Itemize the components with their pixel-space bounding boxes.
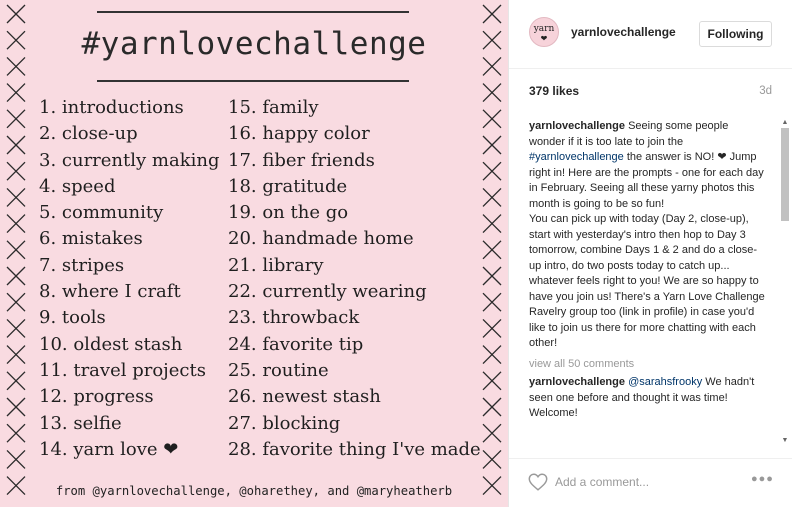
prompt-item: 21. library: [228, 254, 324, 276]
prompt-item: 25. routine: [228, 359, 329, 381]
image-title: #yarnlovechallenge: [81, 26, 427, 62]
caption: yarnlovechallenge Seeing some people won…: [529, 119, 765, 352]
cross-stitch-x-icon: [6, 371, 26, 391]
following-button[interactable]: Following: [699, 21, 772, 47]
avatar-heart-icon: ❤: [540, 34, 548, 43]
cross-stitch-x-icon: [482, 266, 502, 286]
cross-stitch-x-icon: [6, 135, 26, 155]
prompt-item: 6. mistakes: [39, 228, 143, 250]
prompt-list-column-1: 1. introductions 2. close-up 3. currently …: [39, 95, 219, 463]
view-all-comments-link[interactable]: view all 50 comments: [529, 357, 765, 373]
prompt-item: 7. stripes: [39, 254, 125, 276]
likes-count[interactable]: 379 likes: [529, 84, 579, 98]
prompt-item: 23. throwback: [228, 307, 360, 329]
comment-mention-link[interactable]: @sarahsfrooky: [628, 376, 702, 388]
cross-stitch-x-icon: [482, 83, 502, 103]
cross-stitch-x-icon: [6, 449, 26, 469]
prompt-item: 18. gratitude: [228, 175, 348, 197]
caption-hashtag-link[interactable]: #yarnlovechallenge: [529, 151, 624, 163]
comments-scrollbar[interactable]: ▲ ▼: [781, 119, 789, 455]
prompt-item: 26. newest stash: [228, 386, 381, 408]
cross-stitch-x-icon: [6, 214, 26, 234]
cross-stitch-x-icon: [6, 187, 26, 207]
image-credit: from @yarnlovechallenge, @oharethey, and…: [55, 484, 453, 498]
cross-stitch-x-icon: [6, 345, 26, 365]
caption-username-link[interactable]: yarnlovechallenge: [529, 120, 625, 132]
prompt-item: 9. tools: [39, 307, 106, 329]
cross-stitch-x-icon: [482, 371, 502, 391]
cross-stitch-x-icon: [6, 161, 26, 181]
prompt-item: 16. happy color: [228, 123, 370, 145]
prompt-item: 11. travel projects: [39, 359, 206, 381]
cross-stitch-x-icon: [6, 109, 26, 129]
prompt-item: 20. handmade home: [228, 228, 414, 250]
prompt-item: 24. favorite tip: [228, 333, 364, 355]
cross-stitch-x-icon: [6, 266, 26, 286]
prompt-list-column-2: 15. family 16. happy color 17. fiber frien…: [228, 95, 481, 463]
cross-stitch-x-icon: [482, 397, 502, 417]
prompt-item: 4. speed: [39, 175, 116, 197]
cross-stitch-x-icon: [482, 240, 502, 260]
scroll-up-arrow-icon[interactable]: ▲: [781, 119, 789, 127]
cross-stitch-x-icon: [482, 449, 502, 469]
prompt-item: 13. selfie: [39, 412, 122, 434]
prompt-item: 19. on the go: [228, 202, 349, 224]
prompt-item: 17. fiber friends: [228, 149, 375, 171]
heart-outline-icon[interactable]: [527, 471, 549, 493]
cross-stitch-x-icon: [482, 214, 502, 234]
prompt-item: 10. oldest stash: [39, 333, 183, 355]
cross-stitch-x-icon: [6, 318, 26, 338]
cross-stitch-border-left: [6, 4, 26, 496]
avatar-text: yarn: [533, 24, 555, 34]
prompt-item: 5. community: [39, 202, 164, 224]
scrollbar-thumb[interactable]: [781, 128, 789, 221]
cross-stitch-x-icon: [482, 135, 502, 155]
header-username-link[interactable]: yarnlovechallenge: [571, 25, 676, 39]
prompt-item: 22. currently wearing: [228, 281, 427, 303]
title-rule-top: [97, 11, 409, 13]
cross-stitch-x-icon: [482, 345, 502, 365]
post-image: #yarnlovechallenge 1. introductions 2. cl…: [0, 0, 508, 507]
prompt-item: 12. progress: [39, 386, 154, 408]
prompt-item: 1. introductions: [39, 97, 184, 118]
comment-bar: ●●●: [509, 458, 792, 508]
comment-username-link[interactable]: yarnlovechallenge: [529, 376, 625, 388]
cross-stitch-x-icon: [482, 318, 502, 338]
cross-stitch-border-right: [482, 4, 502, 496]
comment-item: yarnlovechallenge @sarahsfrooky We hadn'…: [529, 375, 765, 422]
prompt-item: 2. close-up: [39, 123, 138, 145]
cross-stitch-x-icon: [6, 240, 26, 260]
cross-stitch-x-icon: [6, 423, 26, 443]
cross-stitch-x-icon: [482, 4, 502, 24]
cross-stitch-x-icon: [6, 83, 26, 103]
add-comment-input[interactable]: [555, 471, 745, 493]
prompt-item: 15. family: [228, 97, 319, 118]
prompt-item: 27. blocking: [228, 412, 341, 434]
scroll-down-arrow-icon[interactable]: ▼: [781, 437, 789, 445]
prompt-item: 14. yarn love ❤: [39, 438, 179, 460]
post-side-panel: yarn ❤ yarnlovechallenge Following 379 l…: [508, 0, 792, 507]
cross-stitch-x-icon: [6, 4, 26, 24]
more-options-icon[interactable]: ●●●: [751, 473, 774, 485]
avatar[interactable]: yarn ❤: [529, 17, 559, 47]
prompt-item: 8. where I craft: [39, 281, 181, 303]
comments-list: yarnlovechallenge Seeing some people won…: [529, 119, 765, 455]
cross-stitch-x-icon: [482, 187, 502, 207]
cross-stitch-x-icon: [482, 161, 502, 181]
cross-stitch-x-icon: [482, 292, 502, 312]
post-header: yarn ❤ yarnlovechallenge Following: [509, 0, 792, 69]
cross-stitch-x-icon: [482, 109, 502, 129]
prompt-item: 28. favorite thing I've made: [228, 438, 481, 460]
title-rule-bottom: [97, 80, 409, 82]
caption-paragraph-2: You can pick up with today (Day 2, close…: [529, 213, 765, 349]
cross-stitch-x-icon: [6, 292, 26, 312]
post-time-ago[interactable]: 3d: [759, 85, 772, 97]
cross-stitch-x-icon: [482, 423, 502, 443]
cross-stitch-x-icon: [6, 397, 26, 417]
prompt-item: 3. currently making: [39, 149, 220, 171]
